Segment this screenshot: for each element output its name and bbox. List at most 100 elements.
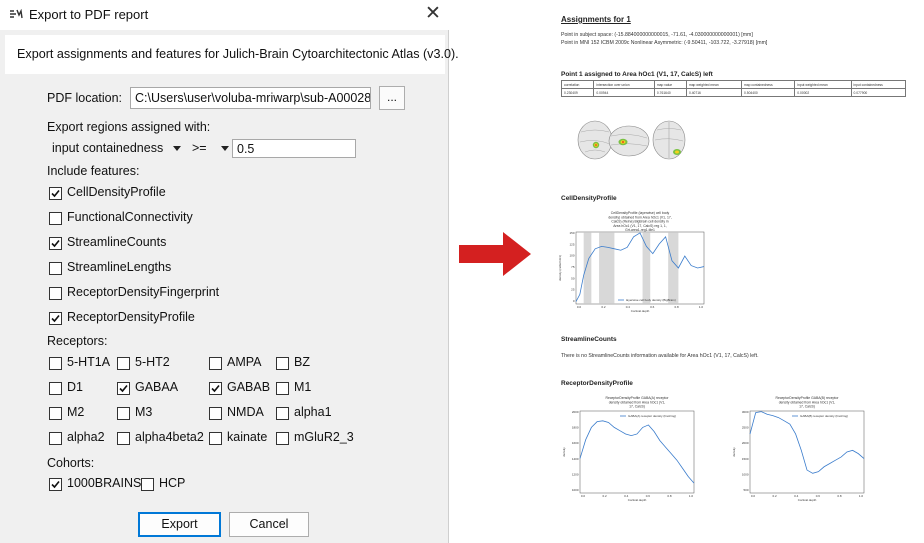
checkbox-label: M3 <box>135 405 153 419</box>
y-tick-label: 125 <box>569 242 574 246</box>
checkbox-checked[interactable] <box>49 312 62 325</box>
checkbox-unchecked[interactable] <box>49 407 62 420</box>
x-tick-label: 0.8 <box>837 494 842 498</box>
features-label: Include features: <box>47 164 140 178</box>
layer-band <box>642 232 651 304</box>
table-cell: 0.761640 <box>653 88 687 97</box>
legend-label: GABA(A) receptor density (fmol/mg) <box>628 414 676 418</box>
checkbox-unchecked[interactable] <box>117 432 130 445</box>
checkbox-label: NMDA <box>227 405 264 419</box>
checkbox-label: 1000BRAINS <box>67 476 142 490</box>
metric-select[interactable]: input containedness <box>52 141 182 159</box>
checkbox-unchecked[interactable] <box>276 432 289 445</box>
y-tick-label: 1200 <box>572 472 579 476</box>
pdf-location-input[interactable]: C:\Users\user\voluba-mriwarp\sub-A000281 <box>130 87 371 109</box>
chevron-down-icon <box>173 146 181 151</box>
checkbox-label: FunctionalConnectivity <box>67 210 193 224</box>
checkmark-icon <box>51 314 60 323</box>
checkbox-label: AMPA <box>227 355 262 369</box>
x-tick-label: 0.0 <box>577 305 582 309</box>
checkbox-label: StreamlineCounts <box>67 235 167 249</box>
checkbox-unchecked[interactable] <box>49 262 62 275</box>
checkbox-label: alpha1 <box>294 405 332 419</box>
checkbox-unchecked[interactable] <box>49 287 62 300</box>
checkbox-unchecked[interactable] <box>141 478 154 491</box>
checkbox-label: 5-HT2 <box>135 355 170 369</box>
y-tick-label: 1000 <box>572 488 579 492</box>
checkbox-label: CellDensityProfile <box>67 185 166 199</box>
y-tick-label: 2000 <box>572 410 579 414</box>
checkbox-unchecked[interactable] <box>209 432 222 445</box>
checkbox-unchecked[interactable] <box>276 382 289 395</box>
checkbox-unchecked[interactable] <box>49 382 62 395</box>
y-axis-label: density (cells/mm3) <box>558 255 562 281</box>
brain-thumbnails <box>575 118 695 162</box>
y-tick-label: 50 <box>571 276 575 280</box>
threshold-input[interactable]: 0.5 <box>232 139 356 158</box>
checkmark-icon <box>51 480 60 489</box>
y-tick-label: 1600 <box>572 441 579 445</box>
operator-select-value: >= <box>192 141 207 155</box>
table-header-cell: input containedness <box>850 80 906 89</box>
browse-button[interactable]: ... <box>379 86 405 110</box>
chart-title: 17, CalcS) <box>629 405 645 409</box>
receptors-label: Receptors: <box>47 334 108 348</box>
cancel-button[interactable]: Cancel <box>229 512 309 537</box>
checkbox-unchecked[interactable] <box>209 407 222 420</box>
checkbox-unchecked[interactable] <box>276 357 289 370</box>
streamline-heading: StreamlineCounts <box>561 336 617 343</box>
checkbox-checked[interactable] <box>117 382 130 395</box>
y-tick-label: 500 <box>743 488 748 492</box>
checkbox-checked[interactable] <box>49 478 62 491</box>
title-bar[interactable]: Export to PDF report ✕ <box>0 0 449 30</box>
legend-label: layerwise cell body density (BigBrain) <box>626 298 676 302</box>
checkbox-label: ReceptorDensityFingerprint <box>67 285 220 299</box>
checkbox-unchecked[interactable] <box>49 212 62 225</box>
y-tick-label: 0 <box>573 299 575 303</box>
checkbox-label: M1 <box>294 380 312 394</box>
checkbox-label: StreamlineLengths <box>67 260 172 274</box>
checkbox-checked[interactable] <box>209 382 222 395</box>
receptor-gabaa-chart: ReceptorDensityProfile GABA(A) receptord… <box>562 396 695 502</box>
export-regions-label: Export regions assigned with: <box>47 120 211 134</box>
table-header-cell: map weighted mean <box>685 80 743 89</box>
export-button[interactable]: Export <box>138 512 221 537</box>
operator-select[interactable]: >= <box>192 141 230 159</box>
checkbox-unchecked[interactable] <box>49 357 62 370</box>
legend-label: GABA(B) receptor density (fmol/mg) <box>800 414 848 418</box>
checkmark-icon <box>119 384 128 393</box>
point-mni-text: Point in MNI 152 ICBM 2009c Nonlinear As… <box>561 40 768 46</box>
layer-band <box>583 232 592 304</box>
metric-select-value: input containedness <box>52 141 164 155</box>
checkbox-unchecked[interactable] <box>117 407 130 420</box>
checkbox-unchecked[interactable] <box>49 432 62 445</box>
x-tick-label: 0.8 <box>667 494 672 498</box>
checkbox-label: mGluR2_3 <box>294 430 354 444</box>
table-cell: 0.230409 <box>560 88 595 97</box>
checkbox-unchecked[interactable] <box>276 407 289 420</box>
y-axis-label: density <box>732 447 736 457</box>
arrow-right-icon <box>459 232 531 276</box>
close-icon[interactable]: ✕ <box>421 4 445 26</box>
x-axis-label: Cortical depth <box>631 309 650 313</box>
table-header-cell: correlation <box>560 80 595 89</box>
receptor-gabab-chart: ReceptorDensityProfile GABA(B) receptord… <box>732 396 865 502</box>
y-tick-label: 100 <box>569 254 574 258</box>
checkbox-checked[interactable] <box>49 187 62 200</box>
checkbox-checked[interactable] <box>49 237 62 250</box>
chevron-down-icon <box>221 146 229 151</box>
y-tick-label: 150 <box>569 231 574 235</box>
y-axis-label: density <box>562 447 566 457</box>
checkbox-label: M2 <box>67 405 85 419</box>
streamline-text: There is no StreamlineCounts information… <box>561 353 759 359</box>
checkmark-icon <box>211 384 220 393</box>
banner-text: Export assignments and features for Juli… <box>17 47 459 61</box>
plot-frame <box>579 410 695 494</box>
x-axis-label: Cortical depth <box>628 498 647 502</box>
checkbox-unchecked[interactable] <box>117 357 130 370</box>
x-tick-label: 0.6 <box>650 305 655 309</box>
window-title: Export to PDF report <box>29 7 149 22</box>
checkbox-label: BZ <box>294 355 310 369</box>
table-cell: 0.504400 <box>741 88 796 97</box>
checkbox-unchecked[interactable] <box>209 357 222 370</box>
